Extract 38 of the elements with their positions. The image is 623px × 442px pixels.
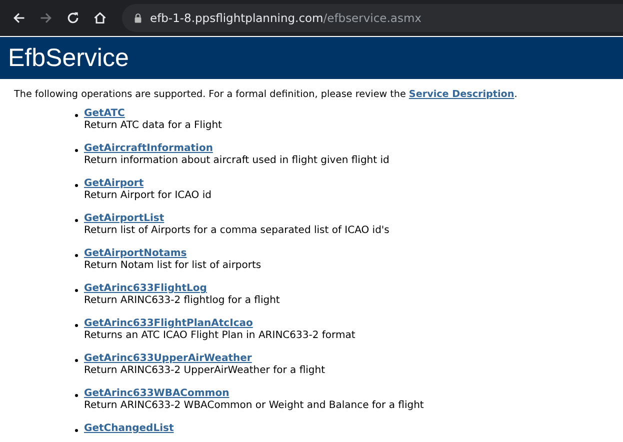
operation-link[interactable]: GetArinc633FlightPlanAtcIcao — [84, 318, 356, 330]
bullet-icon — [75, 184, 78, 187]
bullet-icon — [75, 289, 78, 292]
operation-description: Return ARINC633-2 WBACommon or Weight and Balance for a flight — [84, 400, 424, 412]
operation-description: Return Notam list for list of airports — [84, 260, 262, 272]
operation-description: Returns an ATC ICAO Flight Plan in ARINC633-2 format — [84, 330, 356, 342]
reload-icon[interactable] — [66, 11, 80, 25]
page-title: EfbService — [8, 44, 129, 72]
url-text: efb-1-8.ppsflightplanning.com/efbservice.asmx — [150, 11, 422, 25]
bullet-icon — [75, 429, 78, 432]
bullet-icon — [75, 394, 78, 397]
operation-link[interactable]: GetArinc633WBACommon — [84, 388, 424, 400]
bullet-icon — [75, 114, 78, 117]
intro-text: The following operations are supported. For a formal definition, please review the Service Description. — [14, 89, 518, 100]
operation-link[interactable]: GetATC — [84, 108, 222, 120]
operation-link[interactable]: GetAircraftInformation — [84, 143, 390, 155]
bullet-icon — [75, 254, 78, 257]
operation-link[interactable]: GetAirportList — [84, 213, 390, 225]
bullet-icon — [75, 359, 78, 362]
address-bar[interactable]: efb-1-8.ppsflightplanning.com/efbservice.asmx — [122, 4, 623, 32]
operation-link[interactable]: GetArinc633FlightLog — [84, 283, 280, 295]
back-arrow-icon[interactable] — [12, 11, 26, 25]
operation-description: Return ARINC633-2 UpperAirWeather for a flight — [84, 365, 326, 377]
operation-description: Return list of Airports for a comma separated list of ICAO id's — [84, 225, 390, 237]
operation-description: Return information about aircraft used in flight given flight id — [84, 155, 390, 167]
operation-link[interactable]: GetAirport — [84, 178, 212, 190]
operation-description: Return Airport for ICAO id — [84, 190, 212, 202]
operation-description: Return ATC data for a Flight — [84, 120, 222, 132]
operation-link[interactable]: GetChangedList — [84, 423, 174, 435]
bullet-icon — [75, 149, 78, 152]
operation-link[interactable]: GetArinc633UpperAirWeather — [84, 353, 326, 365]
bullet-icon — [75, 324, 78, 327]
home-icon[interactable] — [93, 11, 107, 25]
service-description-link[interactable]: Service Description — [408, 89, 514, 100]
operation-description: Return ARINC633-2 flightlog for a flight — [84, 295, 280, 307]
operation-link[interactable]: GetAirportNotams — [84, 248, 262, 260]
bullet-icon — [75, 219, 78, 222]
lock-icon — [134, 13, 142, 23]
